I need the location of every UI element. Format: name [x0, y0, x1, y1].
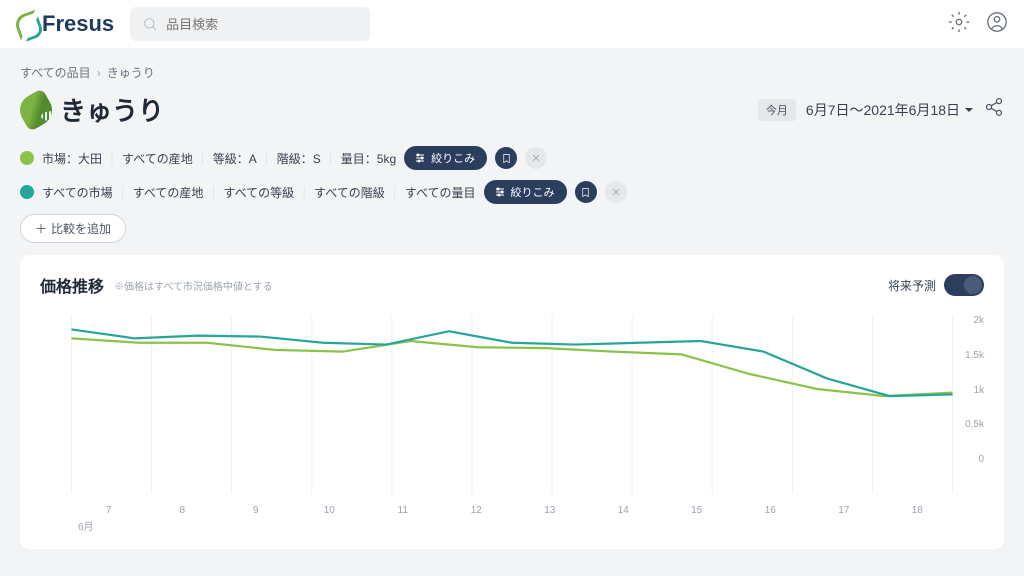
account-button[interactable] [986, 11, 1008, 38]
chevron-right-icon: › [97, 66, 101, 80]
add-compare-button[interactable]: ＋ 比較を追加 [20, 214, 126, 243]
brand-logo[interactable]: Fresus [16, 11, 114, 37]
filter-button[interactable]: 絞りこみ [404, 146, 487, 170]
filter-row-1: すべての市場｜すべての産地｜すべての等級｜すべての階級｜すべての量目絞りこみ [20, 180, 1004, 204]
share-button[interactable] [984, 97, 1004, 122]
forecast-toggle[interactable] [944, 274, 984, 296]
sliders-icon [414, 152, 426, 164]
share-icon [984, 97, 1004, 117]
sliders-icon [494, 186, 506, 198]
brand-name: Fresus [42, 11, 114, 37]
bookmark-button[interactable] [495, 147, 517, 169]
filter-row-0: 市場：大田｜すべての産地｜等級：A｜階級：S｜量目：5kg 絞りこみ [20, 146, 1004, 170]
remove-filter-button[interactable] [525, 147, 547, 169]
bookmark-icon [580, 187, 591, 198]
filter-text: すべての市場｜すべての産地｜すべての等級｜すべての階級｜すべての量目 [42, 184, 476, 201]
card-note: ※価格はすべて市況価格中値とする [114, 278, 273, 293]
logo-mark-icon [16, 13, 38, 35]
date-range-picker[interactable]: 6月7日〜2021年6月18日 [806, 100, 974, 120]
bookmark-icon [501, 153, 512, 164]
search-icon [142, 16, 158, 32]
filter-text: 市場：大田｜すべての産地｜等級：A｜階級：S｜量目：5kg [42, 150, 396, 167]
x-axis-month: 6月 [40, 518, 984, 533]
price-chart-card: 価格推移 ※価格はすべて市況価格中値とする 将来予測 2k1.5k1k0.5k0… [20, 255, 1004, 549]
chevron-down-icon [964, 105, 974, 115]
search-input[interactable] [166, 17, 358, 32]
search-box[interactable] [130, 7, 370, 41]
card-title: 価格推移 [40, 273, 104, 297]
gear-icon [948, 11, 970, 33]
close-icon [611, 187, 621, 197]
series-color-dot [20, 151, 34, 165]
close-icon [531, 153, 541, 163]
cucumber-icon [14, 88, 58, 132]
series-color-dot [20, 185, 34, 199]
settings-button[interactable] [948, 11, 970, 38]
user-icon [986, 11, 1008, 33]
page-title: きゅうり [20, 91, 164, 128]
price-line-chart: 2k1.5k1k0.5k0 [40, 305, 984, 505]
forecast-toggle-label: 将来予測 [888, 277, 936, 294]
bookmark-button[interactable] [575, 181, 597, 203]
period-badge[interactable]: 今月 [758, 99, 796, 121]
breadcrumb-current: きゅうり [107, 64, 155, 81]
breadcrumb: すべての品目 › きゅうり [20, 64, 1004, 81]
filter-button[interactable]: 絞りこみ [484, 180, 567, 204]
breadcrumb-root[interactable]: すべての品目 [20, 64, 91, 81]
remove-filter-button[interactable] [605, 181, 627, 203]
